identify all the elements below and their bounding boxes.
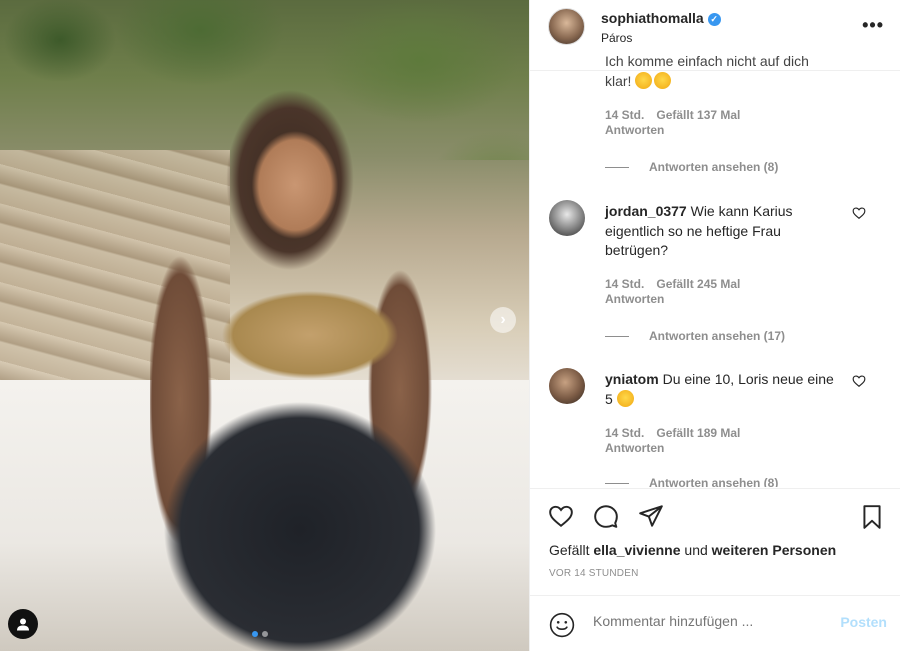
commenter-username[interactable]: jordan_0377	[605, 203, 687, 219]
like-comment-heart-icon[interactable]	[852, 374, 866, 388]
share-paper-plane-icon[interactable]	[637, 503, 665, 529]
carousel-indicator	[252, 631, 268, 637]
reply-button[interactable]: Antworten	[605, 292, 664, 306]
replies-line	[605, 166, 629, 168]
comment-text-end: klar!	[605, 72, 632, 89]
like-comment-heart-icon[interactable]	[852, 206, 866, 220]
view-replies-label[interactable]: Antworten ansehen (8)	[649, 476, 778, 487]
liked-by-username[interactable]: ella_vivienne	[593, 542, 680, 558]
laughing-emoji-icon	[616, 389, 634, 407]
carousel-dot	[262, 631, 268, 637]
commenter-avatar[interactable]	[549, 200, 585, 236]
verified-badge-icon: ✓	[707, 13, 721, 26]
like-heart-icon[interactable]	[547, 503, 575, 529]
likes-prefix: Gefällt	[549, 542, 590, 558]
likes-summary: Gefällt ella_vivienne und weiteren Perso…	[549, 542, 836, 558]
comment-text-cut: Ich komme einfach nicht auf dich	[605, 53, 809, 69]
commenter-username[interactable]: yniatom	[605, 371, 659, 387]
comment-time: 14 Std.	[605, 108, 645, 122]
comment-likes[interactable]: Gefällt 189 Mal	[656, 426, 740, 440]
comment-text: yniatom Du eine 10, Loris neue eine 5	[605, 370, 845, 409]
author-username[interactable]: sophiathomalla ✓	[601, 10, 721, 26]
comment-likes[interactable]: Gefällt 245 Mal	[656, 277, 740, 291]
user-tags-button[interactable]	[8, 609, 38, 639]
action-icons	[547, 503, 665, 529]
view-replies-button[interactable]: Antworten ansehen (8)	[605, 476, 778, 487]
view-replies-label[interactable]: Antworten ansehen (17)	[649, 329, 785, 343]
view-replies-button[interactable]: Antworten ansehen (8)	[605, 160, 778, 174]
replies-line	[605, 335, 629, 337]
comment-meta: 14 Std. Gefällt 245 Mal Antworten	[605, 277, 740, 307]
comment-time: 14 Std.	[605, 277, 645, 291]
comment-likes[interactable]: Gefällt 137 Mal	[656, 108, 740, 122]
add-comment-bar: Posten	[530, 595, 900, 651]
post-comment-button[interactable]: Posten	[840, 614, 887, 630]
post-location[interactable]: Páros	[601, 31, 632, 45]
post-photo[interactable]: ›	[0, 0, 529, 651]
comment-meta: 14 Std. Gefällt 137 Mal Antworten	[605, 108, 740, 138]
comment-input[interactable]	[593, 613, 813, 629]
likes-middle: und	[684, 542, 708, 558]
comment-text: Ich komme einfach nicht auf dich klar!	[605, 52, 845, 91]
replies-line	[605, 482, 629, 484]
comment-meta: 14 Std. Gefällt 189 Mal Antworten	[605, 426, 740, 456]
next-photo-button[interactable]: ›	[490, 307, 516, 333]
post-actions: Gefällt ella_vivienne und weiteren Perso…	[530, 488, 900, 651]
reply-button[interactable]: Antworten	[605, 123, 664, 137]
comment-text: jordan_0377 Wie kann Karius eigentlich s…	[605, 202, 845, 261]
photo-person	[150, 70, 470, 651]
emoji-smiley-icon[interactable]	[549, 612, 575, 638]
comments-list[interactable]: Ich komme einfach nicht auf dich klar! 1…	[530, 52, 900, 487]
post-side-panel: sophiathomalla ✓ Páros ••• Ich komme einf…	[529, 0, 900, 651]
post-timestamp[interactable]: VOR 14 STUNDEN	[549, 568, 639, 579]
carousel-dot-active	[252, 631, 258, 637]
author-username-text[interactable]: sophiathomalla	[601, 10, 704, 26]
save-bookmark-icon[interactable]	[859, 503, 885, 531]
reply-button[interactable]: Antworten	[605, 441, 664, 455]
comment-time: 14 Std.	[605, 426, 645, 440]
commenter-avatar[interactable]	[549, 368, 585, 404]
liked-by-others[interactable]: weiteren Personen	[712, 542, 837, 558]
view-replies-button[interactable]: Antworten ansehen (17)	[605, 329, 785, 343]
comment-bubble-icon[interactable]	[592, 503, 620, 529]
heart-eyes-emoji-icon	[654, 71, 672, 89]
more-options-icon[interactable]: •••	[862, 15, 884, 36]
person-icon	[17, 618, 29, 631]
view-replies-label[interactable]: Antworten ansehen (8)	[649, 160, 778, 174]
laughing-emoji-icon	[635, 71, 653, 89]
author-avatar[interactable]	[548, 8, 585, 45]
